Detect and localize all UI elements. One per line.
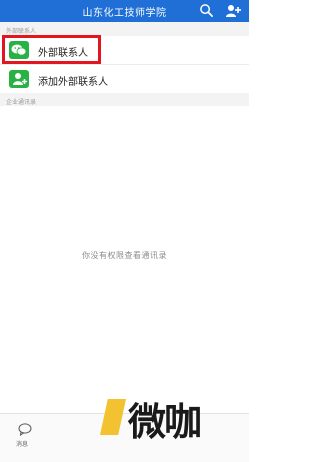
empty-state-message: 你没有权限查看通讯录 — [82, 251, 167, 260]
add-external-contact-label: 添加外部联系人 — [38, 77, 108, 88]
section-header-enterprise — [0, 93, 249, 106]
search-icon[interactable] — [199, 3, 214, 18]
add-person-icon — [9, 70, 29, 88]
chat-bubble-icon[interactable] — [18, 423, 32, 436]
messages-tab-label[interactable]: 消息 — [16, 439, 28, 448]
section-header-external — [0, 22, 249, 36]
top-bar: 山东化工技师学院 — [0, 0, 249, 22]
watermark-logo: 微咖 — [100, 385, 245, 444]
section-label-external: 外部联系人 — [6, 28, 37, 35]
watermark-accent — [100, 399, 126, 435]
highlight-box — [2, 35, 101, 64]
watermark-text: 微咖 — [128, 400, 202, 444]
add-external-contact-row[interactable]: 添加外部联系人 — [0, 64, 249, 94]
section-label-enterprise: 企业通讯录 — [6, 99, 37, 106]
add-contact-icon[interactable] — [225, 3, 241, 19]
